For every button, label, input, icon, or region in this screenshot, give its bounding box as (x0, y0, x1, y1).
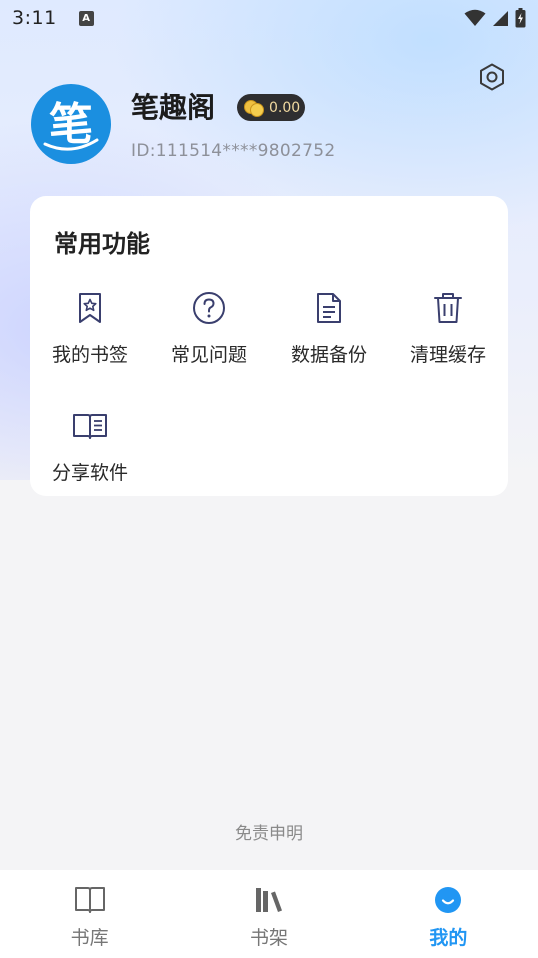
coin-value: 0.00 (269, 99, 301, 116)
battery-icon (515, 8, 526, 28)
wifi-icon (464, 9, 486, 26)
tab-mine[interactable]: 我的 (359, 870, 538, 958)
share-app-button[interactable]: 分享软件 (30, 406, 150, 496)
status-time: 3:11 (12, 7, 57, 29)
trash-icon (428, 288, 468, 328)
settings-button[interactable] (476, 61, 508, 93)
func-label: 清理缓存 (409, 344, 486, 366)
func-label: 常见问题 (170, 344, 247, 366)
user-id: ID:111514****9802752 (131, 141, 336, 161)
document-icon (309, 288, 349, 328)
common-functions-card: 常用功能 我的书签 常见问题 数据备份 清理缓存 分享软件 (30, 196, 508, 496)
faq-button[interactable]: 常见问题 (149, 288, 269, 378)
bottom-tab-bar: 书库 书架 我的 (0, 870, 538, 958)
shelf-icon (252, 883, 286, 917)
status-indicators (464, 8, 526, 28)
book-icon (73, 883, 107, 917)
avatar-logo: 笔 (43, 99, 99, 151)
disclaimer-link[interactable]: 免责申明 (0, 819, 538, 844)
svg-text:笔: 笔 (49, 99, 93, 150)
func-label: 分享软件 (51, 462, 128, 484)
notification-icon: A (78, 10, 94, 26)
question-icon (189, 288, 229, 328)
coins-icon (244, 99, 264, 117)
func-label: 数据备份 (290, 344, 367, 366)
profile-name: 笔趣阁 (131, 91, 216, 124)
clear-cache-button[interactable]: 清理缓存 (388, 288, 508, 378)
tab-label: 书架 (249, 927, 288, 949)
avatar[interactable]: 笔 (31, 84, 111, 164)
cellular-signal-icon (493, 10, 508, 26)
tab-label: 书库 (70, 927, 109, 949)
tab-bookshelf[interactable]: 书架 (179, 870, 358, 958)
card-title: 常用功能 (54, 230, 150, 258)
settings-hexagon-icon (480, 63, 504, 91)
func-label: 我的书签 (51, 344, 128, 366)
bookmarks-button[interactable]: 我的书签 (30, 288, 150, 378)
status-bar: 3:11 A (0, 0, 538, 36)
tab-label: 我的 (429, 927, 468, 949)
tab-library[interactable]: 书库 (0, 870, 179, 958)
coin-balance-badge[interactable]: 0.00 (237, 94, 305, 121)
bookmark-icon (70, 288, 110, 328)
book-open-icon (70, 406, 110, 446)
smile-icon (431, 883, 465, 917)
data-backup-button[interactable]: 数据备份 (269, 288, 389, 378)
